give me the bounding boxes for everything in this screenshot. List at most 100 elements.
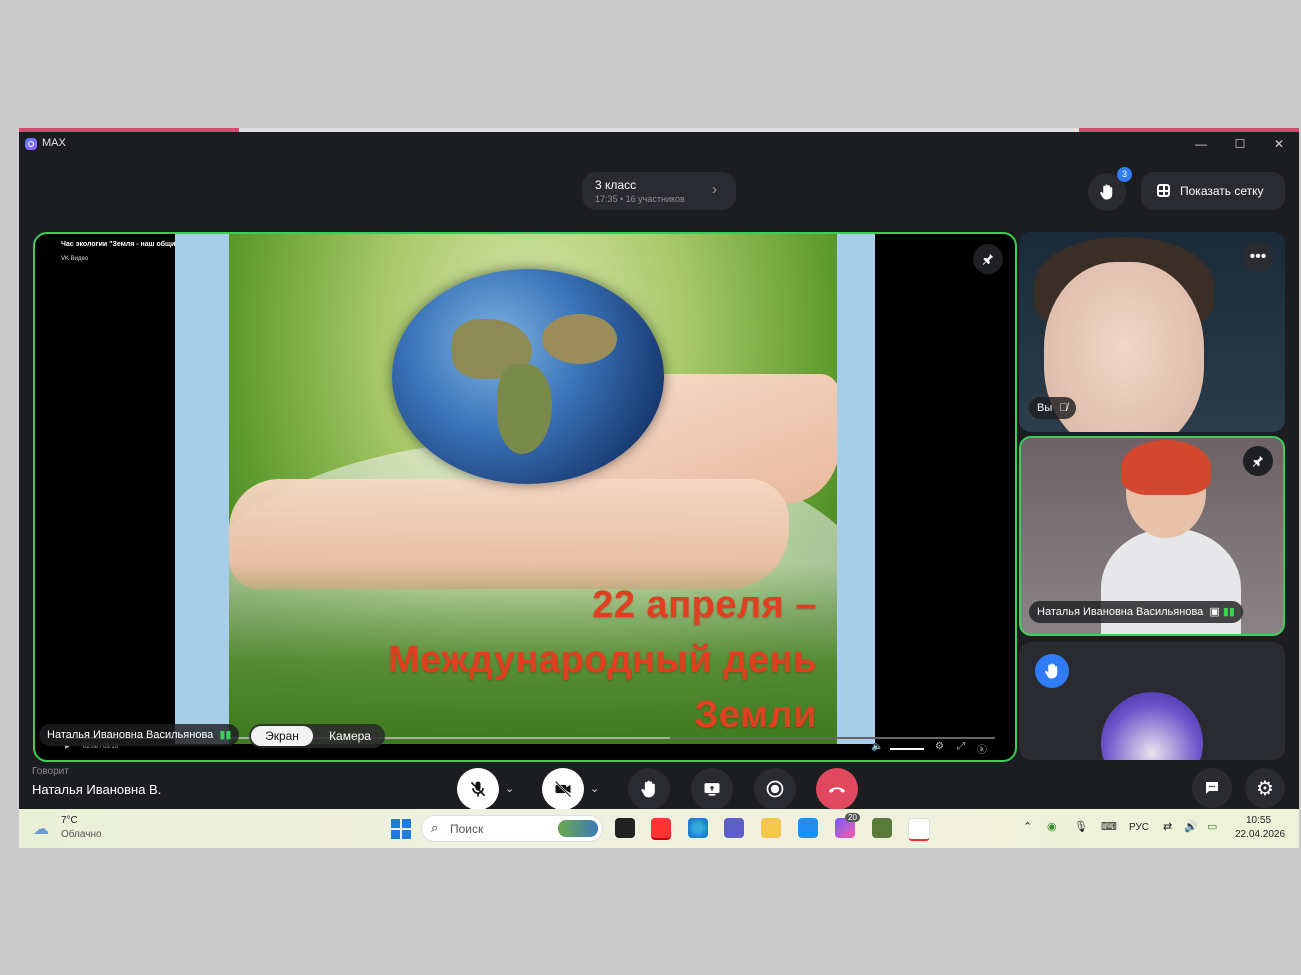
more-icon: ••• — [1249, 248, 1267, 265]
tray-app-icon[interactable]: ◉ — [1047, 820, 1057, 833]
weather-temp: 7°C — [61, 815, 78, 826]
presenter-name: Наталья Ивановна Васильянова — [47, 729, 214, 741]
gear-icon: ⚙ — [1256, 777, 1274, 800]
teacher-name-tag: Наталья Ивановна Васильянова ▣ ▮▮ — [1029, 601, 1243, 623]
teams-icon[interactable] — [724, 818, 744, 838]
hand-icon — [1045, 663, 1058, 679]
tab-screen[interactable]: Экран — [251, 726, 313, 746]
presenter-name-tag: Наталья Ивановна Васильянова ▮▮ — [39, 724, 240, 746]
teacher-name: Наталья Ивановна Васильянова — [1037, 606, 1204, 618]
slide-image: 22 апреля – Международный день Земли — [229, 234, 837, 744]
speaking-label: Говорит — [32, 766, 69, 777]
pin-button-teacher[interactable] — [1243, 446, 1273, 476]
input-language[interactable]: РУС — [1129, 822, 1149, 833]
app-window: MAX — ☐ ✕ 3 класс 17:35 • 16 участников … — [19, 132, 1299, 809]
weather-desc: Облачно — [61, 829, 102, 840]
app-title: MAX — [42, 137, 66, 149]
phone-hangup-icon — [828, 787, 846, 793]
tab-camera[interactable]: Камера — [317, 726, 383, 746]
record-button[interactable] — [754, 768, 796, 809]
hang-up-button[interactable] — [816, 768, 858, 809]
slide-heading-line2: Международный день — [388, 639, 817, 681]
max-logo-icon — [25, 138, 37, 150]
teacher-hair — [1121, 440, 1211, 495]
call-subtitle: 17:35 • 16 участников — [595, 194, 685, 204]
mic-muted-icon: 🎙̸ — [1059, 402, 1068, 414]
raise-hand-button[interactable] — [628, 768, 670, 809]
title-bar: MAX — ☐ ✕ — [19, 132, 1299, 156]
task-view-icon[interactable] — [615, 818, 635, 838]
main-stage-video[interactable]: Час экологии "Земля - наш общий дом" VK … — [33, 232, 1017, 762]
mic-options-chevron-icon[interactable]: ⌄ — [505, 782, 514, 795]
tray-mic-icon[interactable]: 🎙 — [1074, 820, 1088, 833]
search-placeholder: Поиск — [450, 822, 484, 836]
participant-tile-self[interactable]: ••• Вы 🎙̸ — [1019, 232, 1285, 432]
call-info-button[interactable]: 3 класс 17:35 • 16 участников › — [582, 172, 736, 210]
show-grid-button[interactable]: Показать сетку — [1141, 172, 1285, 210]
pin-button[interactable] — [973, 244, 1003, 274]
minecraft-icon[interactable] — [872, 818, 892, 838]
volume-slider[interactable] — [890, 748, 924, 750]
mute-mic-button[interactable] — [457, 768, 499, 809]
more-options-button[interactable]: ••• — [1243, 242, 1273, 272]
audio-level-icon: ▮▮ — [219, 729, 232, 741]
raised-hands-count-badge: 3 — [1117, 167, 1132, 182]
settings-button[interactable]: ⚙ — [1245, 768, 1285, 808]
share-screen-button[interactable] — [691, 768, 733, 809]
globe-image — [392, 269, 664, 484]
clock-date[interactable]: 22.04.2026 — [1235, 829, 1285, 840]
minimize-button[interactable]: — — [1181, 135, 1221, 153]
screen-share-icon: ▣ — [1209, 606, 1220, 618]
video-source: VK Видео — [61, 256, 89, 262]
volume-icon[interactable]: 🔈 — [871, 741, 883, 752]
participant-tile-hand-raised[interactable] — [1019, 642, 1285, 760]
speaking-name: Наталья Ивановна В. — [32, 782, 162, 797]
fullscreen-icon[interactable]: ⤢ — [957, 741, 965, 752]
call-title: 3 класс — [595, 178, 637, 192]
mic-off-icon — [470, 781, 486, 797]
yandex-browser-icon[interactable] — [651, 818, 671, 840]
audio-level-icon: ▮▮ — [1222, 606, 1235, 618]
camera-off-icon — [554, 780, 572, 798]
presentation-slide: 22 апреля – Международный день Земли — [175, 234, 875, 744]
chevron-right-icon: › — [712, 181, 717, 198]
cloud-icon: ☁ — [33, 821, 49, 838]
tray-chevron-up-icon[interactable]: ⌃ — [1023, 820, 1032, 833]
search-highlight-image — [558, 820, 598, 837]
participant-avatar — [1101, 692, 1203, 760]
maximize-button[interactable]: ☐ — [1220, 135, 1260, 153]
hand-icon — [641, 780, 655, 798]
participant-tile-teacher[interactable]: Наталья Ивановна Васильянова ▣ ▮▮ — [1019, 436, 1285, 636]
chat-icon — [1206, 782, 1218, 794]
battery-icon[interactable]: ▭ — [1207, 820, 1217, 833]
speaker-icon[interactable]: 🔊 — [1184, 820, 1198, 833]
pin-icon — [982, 253, 994, 265]
show-grid-label: Показать сетку — [1180, 184, 1264, 198]
notification-badge: 20 — [845, 813, 860, 822]
clock-time[interactable]: 10:55 — [1246, 815, 1271, 826]
close-button[interactable]: ✕ — [1259, 135, 1299, 153]
pin-icon — [1252, 455, 1264, 467]
record-icon — [766, 780, 784, 798]
document-app-icon[interactable] — [908, 818, 930, 841]
taskbar-search-input[interactable]: ⌕ Поиск — [422, 816, 602, 841]
share-screen-icon — [704, 783, 720, 796]
slide-heading-line1: 22 апреля – — [592, 584, 817, 626]
camera-options-chevron-icon[interactable]: ⌄ — [590, 782, 599, 795]
hand-icon — [1100, 184, 1113, 200]
globe-land-asia — [542, 314, 617, 364]
self-name-tag: Вы 🎙̸ — [1029, 397, 1076, 419]
file-explorer-icon[interactable] — [761, 818, 781, 838]
network-icon[interactable]: ⇄ — [1163, 820, 1172, 833]
camera-button[interactable] — [542, 768, 584, 809]
settings-small-icon[interactable]: ⚙ — [935, 741, 944, 752]
keyboard-icon[interactable]: ⌨ — [1101, 820, 1117, 833]
chat-button[interactable] — [1192, 768, 1232, 808]
edge-icon[interactable] — [688, 818, 708, 838]
hand-raised-icon — [1035, 654, 1069, 688]
store-icon[interactable] — [798, 818, 818, 838]
vk-icon: ⓚ — [977, 745, 987, 756]
windows-start-icon[interactable] — [391, 819, 411, 839]
search-icon: ⌕ — [431, 820, 439, 835]
taskbar: ☁ 7°C Облачно ⌕ Поиск 20 ⌃ ◉ 🎙 ⌨ РУС ⇄ 🔊… — [19, 809, 1299, 848]
